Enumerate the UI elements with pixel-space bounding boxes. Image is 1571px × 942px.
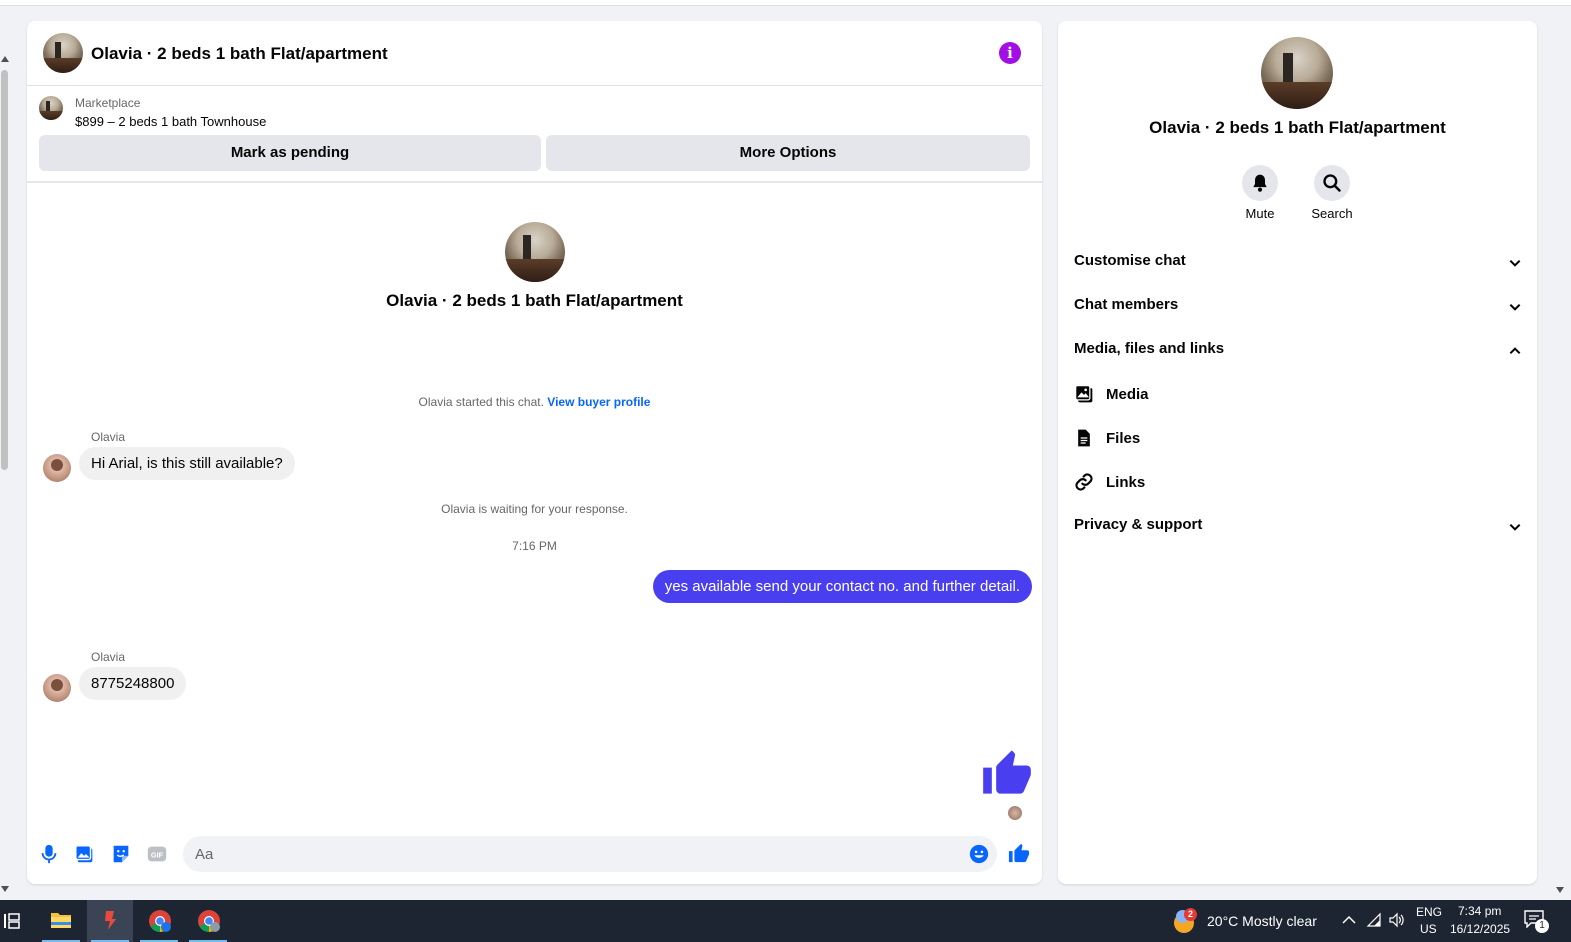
chrome-profile-app[interactable] (185, 900, 231, 942)
scroll-down-arrow-icon[interactable] (1, 886, 9, 892)
section-label: Media, files and links (1074, 340, 1225, 357)
scroll-up-arrow-icon[interactable] (1, 56, 9, 62)
incoming-message[interactable]: Hi Arial, is this still available? (79, 447, 295, 480)
chat-panel: Olavia · 2 beds 1 bath Flat/apartment i … (27, 21, 1042, 884)
chrome-icon (149, 910, 171, 932)
waiting-notice: Olavia is waiting for your response. (441, 502, 628, 516)
view-buyer-profile-link[interactable]: View buyer profile (547, 395, 650, 409)
chat-started-text: Olavia started this chat. (418, 395, 544, 409)
gif-icon[interactable]: GIF (146, 843, 168, 865)
message-placeholder: Aa (195, 846, 214, 863)
marketplace-label: Marketplace (75, 96, 141, 110)
customise-chat-section[interactable]: Customise chat (1074, 252, 1522, 276)
outgoing-message[interactable]: yes available send your contact no. and … (652, 570, 1032, 603)
chrome-app[interactable] (136, 900, 182, 942)
marketplace-bar: Marketplace $899 – 2 beds 1 bath Townhou… (27, 87, 1042, 183)
incoming-message[interactable]: 8775248800 (79, 667, 187, 700)
message-input[interactable]: Aa (183, 836, 997, 872)
bell-icon (1253, 174, 1267, 192)
pinned-app[interactable] (87, 900, 133, 942)
links-item[interactable]: Links (1074, 472, 1474, 496)
files-label: Files (1106, 430, 1141, 447)
chevron-down-icon (1509, 259, 1521, 267)
chat-header: Olavia · 2 beds 1 bath Flat/apartment i (27, 21, 1042, 86)
section-label: Privacy & support (1074, 516, 1203, 533)
file-icon (1078, 429, 1090, 447)
weather-widget-icon[interactable]: 2 (1172, 908, 1198, 934)
more-options-button[interactable]: More Options (546, 135, 1030, 171)
keyboard-layout[interactable]: US (1420, 922, 1437, 936)
windows-taskbar: 2 20°C Mostly clear ENG US 7:34 pm 16/12… (0, 900, 1571, 942)
show-hidden-icons-chevron-icon[interactable] (1342, 915, 1356, 925)
microphone-icon[interactable] (38, 843, 60, 865)
network-icon[interactable] (1366, 912, 1382, 928)
sender-avatar[interactable] (43, 674, 71, 702)
browser-top-strip (0, 0, 1571, 6)
search-icon (1323, 174, 1341, 192)
section-label: Chat members (1074, 296, 1179, 313)
files-item[interactable]: Files (1074, 428, 1474, 452)
chat-members-section[interactable]: Chat members (1074, 296, 1522, 320)
chevron-up-icon (1509, 347, 1521, 355)
listing-thumbnail[interactable] (39, 96, 63, 120)
message-sender: Olavia (91, 430, 126, 444)
scrollbar-thumb[interactable] (1, 70, 8, 470)
section-label: Customise chat (1074, 252, 1186, 269)
media-item[interactable]: Media (1074, 384, 1474, 408)
gif-text: GIF (151, 851, 164, 860)
conversation-title: Olavia · 2 beds 1 bath Flat/apartment (386, 291, 683, 310)
chrome-profile-icon (198, 910, 220, 932)
photo-icon[interactable] (74, 843, 96, 865)
message-timestamp: 7:16 PM (512, 539, 557, 553)
volume-icon[interactable] (1388, 912, 1406, 928)
sent-thumbs-up-icon[interactable] (981, 746, 1033, 798)
weather-text[interactable]: 20°C Mostly clear (1207, 913, 1317, 929)
details-avatar[interactable] (1261, 37, 1333, 109)
chat-avatar[interactable] (43, 33, 83, 73)
chat-title[interactable]: Olavia · 2 beds 1 bath Flat/apartment (91, 44, 388, 64)
privacy-support-section[interactable]: Privacy & support (1074, 516, 1522, 540)
notification-count: 1 (1535, 919, 1549, 933)
seen-indicator-avatar (1008, 806, 1022, 820)
search-button[interactable] (1314, 165, 1350, 201)
listing-title[interactable]: $899 – 2 beds 1 bath Townhouse (75, 114, 266, 129)
chevron-down-icon (1509, 523, 1521, 531)
file-explorer-app[interactable] (38, 900, 84, 942)
conversation-avatar[interactable] (505, 222, 565, 282)
notification-center-icon[interactable]: 1 (1524, 910, 1549, 934)
links-label: Links (1106, 474, 1146, 491)
mute-button[interactable] (1242, 165, 1278, 201)
message-sender: Olavia (91, 650, 126, 664)
window-scrollbar[interactable] (0, 56, 9, 892)
weather-badge: 2 (1184, 908, 1197, 921)
thumbs-up-icon[interactable] (1008, 842, 1030, 864)
chat-details-panel: Olavia · 2 beds 1 bath Flat/apartment Mu… (1058, 21, 1537, 884)
app-icon (105, 911, 116, 930)
mute-label: Mute (1245, 206, 1275, 221)
task-view-icon[interactable] (3, 912, 21, 930)
media-icon (1075, 385, 1093, 403)
link-icon (1075, 473, 1093, 491)
chevron-down-icon (1509, 303, 1521, 311)
right-scroll-down-arrow-icon[interactable] (1556, 887, 1564, 893)
clock-date[interactable]: 16/12/2025 (1450, 922, 1510, 936)
chat-started-notice: Olavia started this chat. View buyer pro… (27, 395, 1042, 409)
sender-avatar[interactable] (43, 454, 71, 482)
info-icon[interactable]: i (999, 42, 1021, 64)
folder-icon (51, 913, 71, 928)
details-title: Olavia · 2 beds 1 bath Flat/apartment (1149, 118, 1446, 137)
clock-time[interactable]: 7:34 pm (1458, 904, 1501, 918)
language-indicator[interactable]: ENG (1416, 905, 1442, 919)
emoji-icon[interactable] (969, 844, 989, 864)
sticker-icon[interactable] (110, 843, 132, 865)
mark-as-pending-button[interactable]: Mark as pending (39, 135, 541, 171)
media-files-links-section[interactable]: Media, files and links (1074, 340, 1522, 364)
media-label: Media (1106, 386, 1149, 403)
search-label: Search (1311, 206, 1353, 221)
